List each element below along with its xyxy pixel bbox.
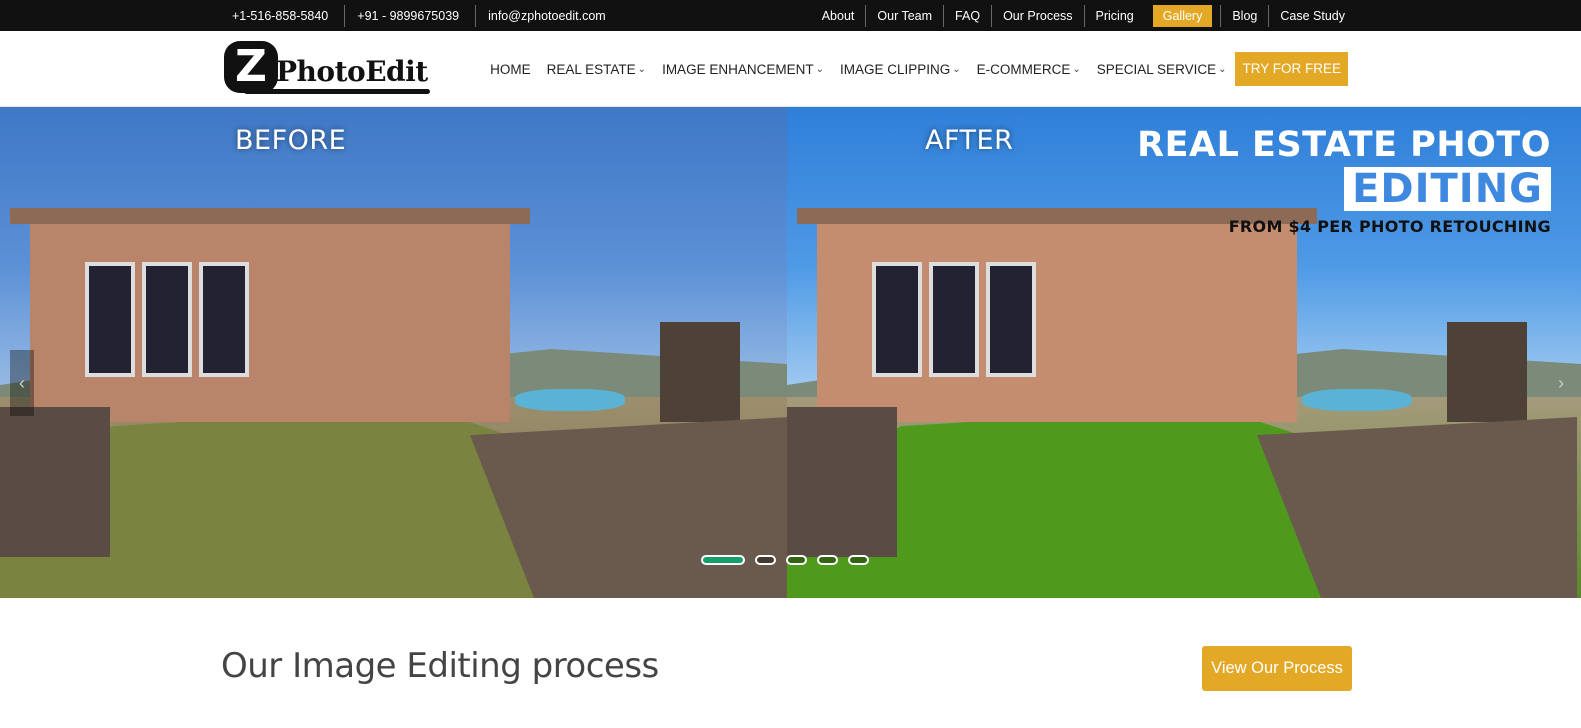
prev-slide-arrow[interactable]: ‹ [10, 350, 34, 416]
top-link-faq[interactable]: FAQ [943, 4, 991, 27]
nav-special-service[interactable]: SPECIAL SERVICE ⌄ [1097, 62, 1227, 77]
top-link-gallery[interactable]: Gallery [1152, 4, 1213, 27]
nav-e-commerce[interactable]: E-COMMERCE ⌄ [977, 62, 1081, 77]
try-for-free-button[interactable]: TRY FOR FREE [1235, 52, 1348, 86]
logo-wordmark: PhotoEdit [276, 55, 428, 88]
window [85, 262, 135, 377]
window [872, 262, 922, 377]
main-header: Z PhotoEdit HOME REAL ESTATE ⌄ IMAGE ENHA… [0, 31, 1581, 107]
window [142, 262, 192, 377]
top-link-our-process[interactable]: Our Process [991, 4, 1083, 27]
chevron-down-icon: ⌄ [952, 63, 961, 75]
after-image: AFTER REAL ESTATE PHOTO EDITING FROM $4 … [787, 107, 1581, 598]
promo-title: REAL ESTATE PHOTO [1137, 125, 1551, 165]
stone-wall [0, 407, 110, 557]
slider-dot-5[interactable] [848, 555, 869, 565]
hero-slider: BEFORE ‹ AFTER REAL ESTATE PHOTO EDITING… [0, 107, 1581, 598]
logo-underline [244, 89, 430, 94]
nav-e-commerce-label: E-COMMERCE [976, 61, 1071, 77]
phone-us[interactable]: +1-516-858-5840 [222, 5, 338, 27]
chevron-down-icon: ⌄ [1072, 63, 1081, 75]
top-bar: +1-516-858-5840 +91 - 9899675039 info@zp… [0, 0, 1581, 31]
nav-special-service-label: SPECIAL SERVICE [1096, 61, 1217, 77]
window [929, 262, 979, 377]
promo-highlight: EDITING [1352, 166, 1543, 212]
slider-dots [701, 555, 879, 565]
logo-z-mark: Z [224, 41, 278, 93]
pool [1302, 389, 1412, 411]
process-heading: Our Image Editing process [221, 646, 659, 686]
main-nav: HOME REAL ESTATE ⌄ IMAGE ENHANCEMENT ⌄ IMA… [474, 31, 1348, 107]
stone-wall [787, 407, 897, 557]
nav-real-estate-label: REAL ESTATE [546, 61, 636, 77]
nav-image-clipping[interactable]: IMAGE CLIPPING ⌄ [840, 62, 961, 77]
nav-real-estate[interactable]: REAL ESTATE ⌄ [547, 62, 646, 77]
pool [515, 389, 625, 411]
slider-dot-1[interactable] [701, 555, 745, 565]
top-link-blog[interactable]: Blog [1220, 4, 1268, 27]
after-label: AFTER [925, 125, 1014, 156]
promo-banner: REAL ESTATE PHOTO EDITING FROM $4 PER PH… [1137, 125, 1551, 236]
phone-in[interactable]: +91 - 9899675039 [344, 4, 469, 27]
top-link-our-team[interactable]: Our Team [865, 4, 943, 27]
window [199, 262, 249, 377]
before-label: BEFORE [235, 125, 347, 156]
top-link-case-study[interactable]: Case Study [1268, 4, 1356, 27]
chevron-down-icon: ⌄ [637, 63, 647, 75]
slider-dot-3[interactable] [786, 555, 807, 565]
nav-image-enhancement-label: IMAGE ENHANCEMENT [662, 61, 814, 77]
next-slide-arrow[interactable]: › [1549, 350, 1573, 416]
view-our-process-button[interactable]: View Our Process [1202, 646, 1352, 691]
nav-home-label: HOME [490, 61, 531, 77]
chevron-down-icon: ⌄ [815, 63, 824, 75]
stone-tower [1447, 322, 1527, 422]
nav-image-enhancement[interactable]: IMAGE ENHANCEMENT ⌄ [662, 62, 824, 77]
nav-home[interactable]: HOME [490, 62, 531, 77]
house [797, 208, 1317, 422]
promo-highlight-box: EDITING [1344, 167, 1551, 211]
email-link[interactable]: info@zphotoedit.com [475, 4, 616, 27]
house [10, 208, 530, 422]
nav-image-clipping-label: IMAGE CLIPPING [839, 61, 951, 77]
before-image: BEFORE ‹ [0, 107, 787, 598]
top-link-pricing[interactable]: Pricing [1083, 4, 1145, 27]
top-link-about[interactable]: About [811, 5, 866, 27]
roof [10, 208, 530, 224]
top-links: About Our Team FAQ Our Process Pricing G… [811, 0, 1356, 31]
site-logo[interactable]: Z PhotoEdit [224, 41, 434, 97]
window [986, 262, 1036, 377]
stone-tower [660, 322, 740, 422]
slider-dot-2[interactable] [755, 555, 776, 565]
slider-dot-4[interactable] [817, 555, 838, 565]
contact-info: +1-516-858-5840 +91 - 9899675039 info@zp… [222, 0, 616, 31]
promo-subtitle: FROM $4 PER PHOTO RETOUCHING [1228, 217, 1551, 236]
chevron-down-icon: ⌄ [1218, 63, 1227, 75]
